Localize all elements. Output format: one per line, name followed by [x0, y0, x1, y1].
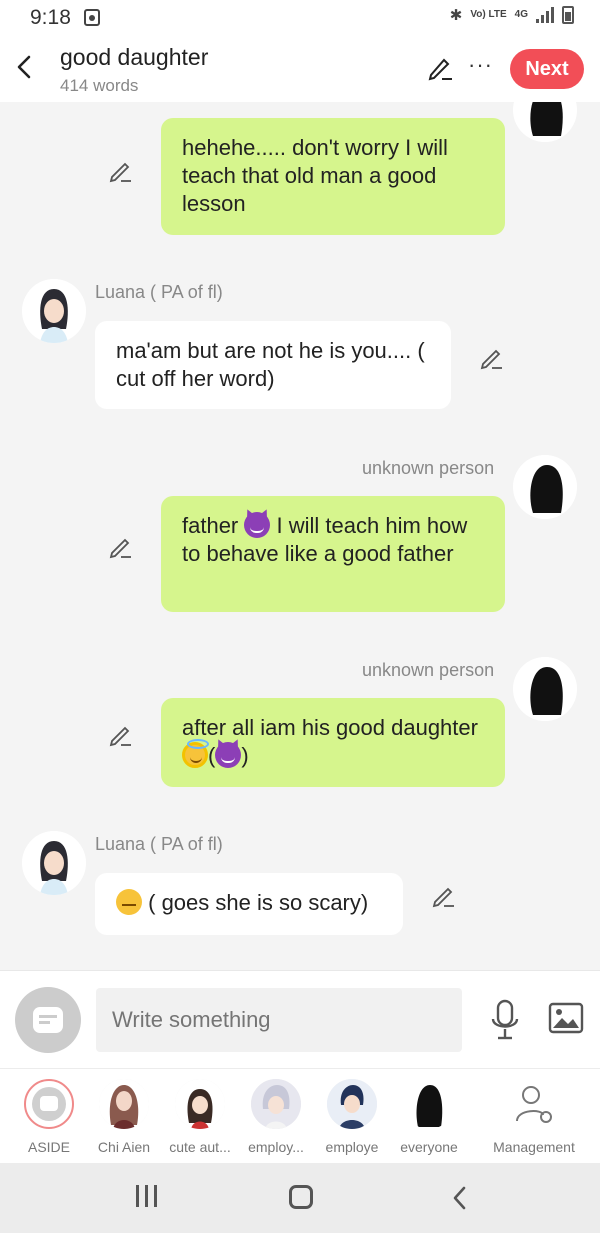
unknown-person-avatar — [513, 657, 577, 721]
system-back-icon[interactable] — [450, 1185, 470, 1211]
avatar — [404, 1079, 454, 1129]
story-header: good daughter 414 words ··· Next — [0, 36, 600, 102]
status-icons: ✱ Vo) LTE 4G — [450, 6, 574, 24]
message-text: ( goes she is so scary) — [148, 890, 369, 915]
angel-icon — [182, 739, 209, 768]
character-selector: ASIDE Chi Aien cute aut... employ... emp… — [0, 1068, 600, 1163]
compose-bar — [0, 970, 600, 1068]
edit-message-icon[interactable] — [479, 345, 505, 371]
smiling-devil-icon — [244, 512, 271, 538]
chat-area[interactable]: hehehe..... don't worry I will teach tha… — [0, 102, 600, 970]
back-arrow-icon[interactable] — [12, 52, 36, 82]
smiling-devil-icon — [215, 742, 242, 768]
speaker-name: unknown person — [362, 458, 495, 478]
status-bar: 9:18 ✱ Vo) LTE 4G — [0, 0, 600, 36]
status-time: 9:18 — [30, 6, 71, 29]
luana-avatar — [22, 279, 86, 343]
notification-icon — [84, 9, 100, 26]
word-count: 414 words — [60, 76, 139, 95]
unknown-person-avatar — [513, 455, 577, 519]
character-label: employ... — [248, 1139, 304, 1155]
confounded-face-icon — [116, 889, 142, 915]
story-title: good daughter — [60, 44, 209, 70]
speaker-name: Luana ( PA of fl) — [95, 282, 223, 302]
message-bubble[interactable]: ma'am but are not he is you.... ( cut of… — [95, 321, 451, 409]
message-bubble[interactable]: after all iam his good daughter () — [161, 698, 505, 787]
character-label: cute aut... — [169, 1139, 231, 1155]
character-label: employe — [325, 1139, 379, 1155]
recent-apps-icon[interactable] — [136, 1185, 157, 1207]
character-cute-aut[interactable]: cute aut... — [162, 1079, 238, 1159]
message-text: hehehe..... don't worry I will teach tha… — [182, 135, 448, 216]
message-text: ( — [208, 743, 216, 768]
character-chi-aien[interactable]: Chi Aien — [86, 1079, 162, 1159]
character-label: Chi Aien — [97, 1139, 151, 1155]
unknown-person-avatar — [513, 102, 577, 142]
speaker-name: unknown person — [362, 660, 495, 680]
edit-message-icon[interactable] — [108, 158, 134, 184]
message-bubble[interactable]: ( goes she is so scary) — [95, 873, 403, 935]
aside-toggle-button[interactable] — [15, 987, 81, 1053]
luana-avatar — [22, 831, 86, 895]
avatar — [99, 1079, 149, 1129]
message-text: ma'am but are not he is you.... ( cut of… — [116, 338, 425, 391]
character-everyone[interactable]: everyone — [391, 1079, 467, 1159]
character-label: everyone — [400, 1139, 458, 1155]
aside-icon — [24, 1079, 74, 1129]
network-type-indicator: 4G — [514, 9, 528, 20]
character-label: ASIDE — [27, 1139, 70, 1155]
more-options-icon[interactable]: ··· — [468, 52, 493, 78]
signal-icon — [536, 7, 554, 23]
message-text: after all iam his good daughter — [182, 715, 478, 740]
edit-message-icon[interactable] — [108, 722, 134, 748]
avatar — [175, 1079, 225, 1129]
management-button[interactable]: Management — [490, 1079, 578, 1159]
home-icon[interactable] — [289, 1185, 313, 1209]
character-employ[interactable]: employ... — [238, 1079, 314, 1159]
image-icon[interactable] — [548, 1001, 584, 1035]
message-bubble[interactable]: father I will teach him how to behave li… — [161, 496, 505, 612]
message-bubble[interactable]: hehehe..... don't worry I will teach tha… — [161, 118, 505, 235]
message-input[interactable] — [96, 988, 462, 1052]
next-button[interactable]: Next — [510, 49, 584, 89]
microphone-icon[interactable] — [488, 999, 522, 1041]
avatar — [327, 1079, 377, 1129]
volte-indicator: Vo) LTE — [470, 9, 507, 20]
bluetooth-icon: ✱ — [449, 7, 463, 24]
character-employe[interactable]: employe — [314, 1079, 390, 1159]
message-text: ) — [241, 743, 249, 768]
message-text: father — [182, 513, 239, 538]
character-aside[interactable]: ASIDE — [11, 1079, 87, 1159]
avatar — [251, 1079, 301, 1129]
manage-characters-icon — [509, 1079, 559, 1129]
battery-icon — [562, 6, 574, 24]
system-nav-bar — [0, 1163, 600, 1233]
speaker-name: Luana ( PA of fl) — [95, 834, 223, 854]
message-icon — [33, 1007, 63, 1033]
edit-title-icon[interactable] — [426, 54, 454, 82]
edit-message-icon[interactable] — [108, 534, 134, 560]
edit-message-icon[interactable] — [431, 883, 457, 909]
character-label: Management — [493, 1139, 575, 1155]
